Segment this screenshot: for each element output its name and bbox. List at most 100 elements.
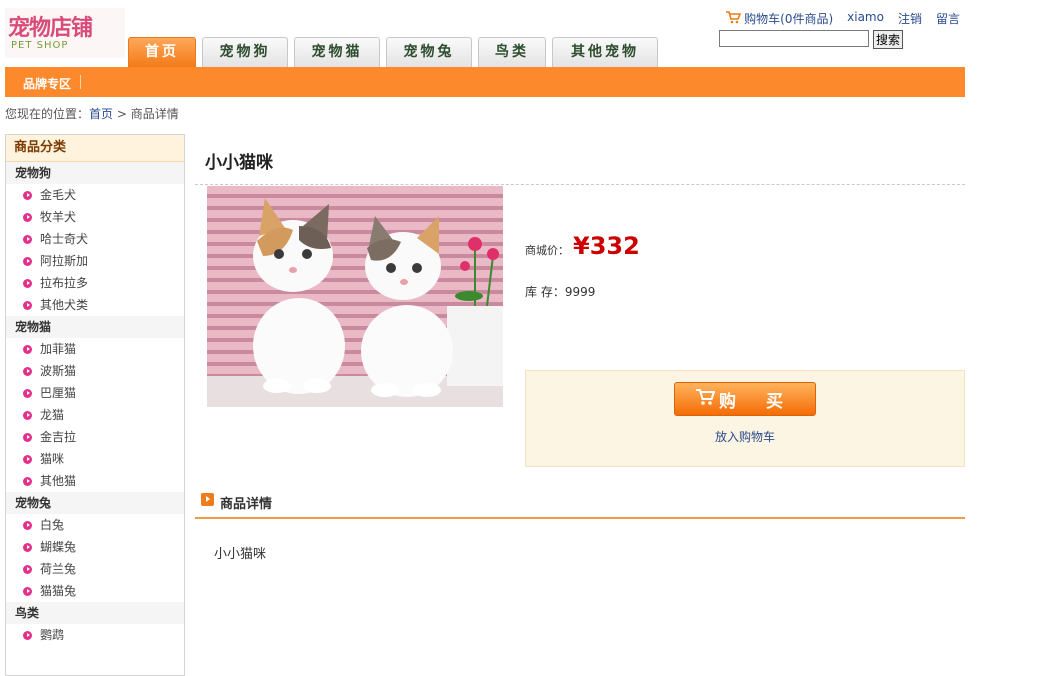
title-divider [195, 184, 965, 185]
sidebar-item-dutch-rabbit[interactable]: 荷兰兔 [6, 558, 184, 580]
sidebar-item-persian[interactable]: 波斯猫 [6, 360, 184, 382]
bullet-icon [23, 564, 32, 574]
nav-tab-home[interactable]: 首页 [128, 37, 196, 67]
sidebar-item-label: 加菲猫 [40, 342, 77, 356]
breadcrumb: 您现在的位置：首页 > 商品详情 [5, 105, 179, 122]
sidebar-item-chinchilla[interactable]: 龙猫 [6, 404, 184, 426]
sidebar-item-jinjila[interactable]: 金吉拉 [6, 426, 184, 448]
sidebar-item-butterfly-rabbit[interactable]: 蝴蝶兔 [6, 536, 184, 558]
sidebar-item-label: 金毛犬 [40, 188, 77, 202]
sidebar-item-label: 其他犬类 [40, 298, 89, 312]
sidebar-title: 商品分类 [6, 135, 184, 162]
sidebar-item-label: 哈士奇犬 [40, 232, 89, 246]
user-link[interactable]: xiamo [847, 10, 884, 27]
sidebar-item-label: 拉布拉多 [40, 276, 89, 290]
cart-link[interactable]: 购物车(0件商品) [726, 10, 833, 27]
sidebar-item-label: 荷兰兔 [40, 562, 77, 576]
sidebar-item-alaskan[interactable]: 阿拉斯加 [6, 250, 184, 272]
category-sidebar: 商品分类 宠物狗 金毛犬 牧羊犬 哈士奇犬 阿拉斯加 拉布拉多 其他犬类 宠物猫… [5, 134, 185, 676]
logo-text: 宠物店铺 [8, 15, 93, 41]
sidebar-item-label: 猫猫兔 [40, 584, 77, 598]
nav-tab-dogs[interactable]: 宠物狗 [202, 37, 288, 67]
detail-section-header: 商品详情 [195, 492, 965, 519]
sidebar-item-labrador[interactable]: 拉布拉多 [6, 272, 184, 294]
product-image[interactable] [207, 186, 503, 407]
bullet-icon [23, 388, 32, 398]
nav-tab-rabbits[interactable]: 宠物兔 [386, 37, 472, 67]
sidebar-item-label: 猫咪 [40, 452, 65, 466]
add-to-cart-link[interactable]: 放入购物车 [715, 428, 775, 445]
sidebar-item-label: 金吉拉 [40, 430, 77, 444]
bullet-icon [23, 190, 32, 200]
sidebar-item-label: 龙猫 [40, 408, 65, 422]
bullet-icon [23, 278, 32, 288]
sidebar-group-rabbits[interactable]: 宠物兔 [6, 492, 184, 514]
nav-tab-cats[interactable]: 宠物猫 [294, 37, 380, 67]
breadcrumb-home-link[interactable]: 首页 [89, 107, 113, 121]
sidebar-item-other-cats[interactable]: 其他猫 [6, 470, 184, 492]
sidebar-item-label: 白兔 [40, 518, 65, 532]
bullet-icon [23, 344, 32, 354]
bullet-icon [23, 410, 32, 420]
breadcrumb-prefix: 您现在的位置： [5, 107, 90, 121]
purchase-box: 购 买 放入购物车 [525, 370, 965, 467]
price-row: 商城价： ¥332 [525, 232, 640, 260]
sidebar-item-cat-rabbit[interactable]: 猫猫兔 [6, 580, 184, 602]
sidebar-item-parrot[interactable]: 鹦鹉 [6, 624, 184, 646]
logo-subtitle: PET SHOP [11, 40, 69, 51]
bullet-icon [23, 476, 32, 486]
message-link[interactable]: 留言 [936, 10, 960, 27]
bullet-icon [23, 366, 32, 376]
stock-label: 库 存： [525, 285, 565, 299]
breadcrumb-current: 商品详情 [130, 107, 179, 121]
cart-icon [726, 10, 742, 27]
detail-description: 小小猫咪 [214, 547, 267, 562]
sidebar-item-husky[interactable]: 哈士奇犬 [6, 228, 184, 250]
bullet-icon [23, 432, 32, 442]
cart-icon [695, 388, 716, 411]
search-bar: 搜索 [719, 30, 904, 49]
buy-button-label: 购 买 [719, 391, 795, 412]
bullet-icon [23, 212, 32, 222]
sidebar-item-golden-retriever[interactable]: 金毛犬 [6, 184, 184, 206]
sidebar-item-other-dogs[interactable]: 其他犬类 [6, 294, 184, 316]
bullet-icon [23, 586, 32, 596]
bullet-icon [23, 542, 32, 552]
search-input[interactable] [719, 30, 869, 47]
stock-value: 9999 [564, 285, 596, 299]
logout-link[interactable]: 注销 [898, 10, 922, 27]
bullet-icon [23, 300, 32, 310]
sidebar-item-label: 牧羊犬 [40, 210, 77, 224]
search-button[interactable]: 搜索 [873, 30, 904, 49]
sidebar-item-label: 阿拉斯加 [40, 254, 89, 268]
kitten-photo-icon [207, 186, 503, 407]
sidebar-item-white-rabbit[interactable]: 白兔 [6, 514, 184, 536]
arrow-right-icon [201, 493, 214, 506]
breadcrumb-separator: > [116, 107, 127, 121]
sidebar-group-birds[interactable]: 鸟类 [6, 602, 184, 624]
detail-section-title: 商品详情 [220, 497, 273, 512]
nav-tab-other[interactable]: 其他宠物 [552, 37, 658, 67]
nav-tab-birds[interactable]: 鸟类 [478, 37, 546, 67]
price-value: ¥332 [573, 232, 640, 260]
sidebar-item-garfield[interactable]: 加菲猫 [6, 338, 184, 360]
sidebar-group-dogs[interactable]: 宠物狗 [6, 162, 184, 184]
sidebar-group-cats[interactable]: 宠物猫 [6, 316, 184, 338]
sidebar-item-label: 蝴蝶兔 [40, 540, 77, 554]
shop-logo[interactable]: 宠物店铺 PET SHOP [5, 8, 125, 58]
brand-zone-link[interactable]: 品牌专区 [23, 75, 71, 92]
price-label: 商城价： [525, 244, 569, 257]
bullet-icon [23, 234, 32, 244]
sub-nav-bar: 品牌专区 [5, 67, 965, 97]
product-title: 小小猫咪 [205, 153, 273, 173]
sidebar-item-shepherd[interactable]: 牧羊犬 [6, 206, 184, 228]
sidebar-item-kitten[interactable]: 猫咪 [6, 448, 184, 470]
main-nav: 首页 宠物狗 宠物猫 宠物兔 鸟类 其他宠物 [128, 37, 658, 67]
sidebar-item-balinese[interactable]: 巴厘猫 [6, 382, 184, 404]
buy-button[interactable]: 购 买 [674, 382, 816, 416]
stock-row: 库 存：9999 [525, 283, 595, 300]
cart-link-label: 购物车(0件商品) [744, 12, 834, 26]
top-links: 购物车(0件商品) xiamo 注销 留言 [726, 10, 960, 27]
sidebar-item-label: 其他猫 [40, 474, 77, 488]
sidebar-item-label: 巴厘猫 [40, 386, 77, 400]
